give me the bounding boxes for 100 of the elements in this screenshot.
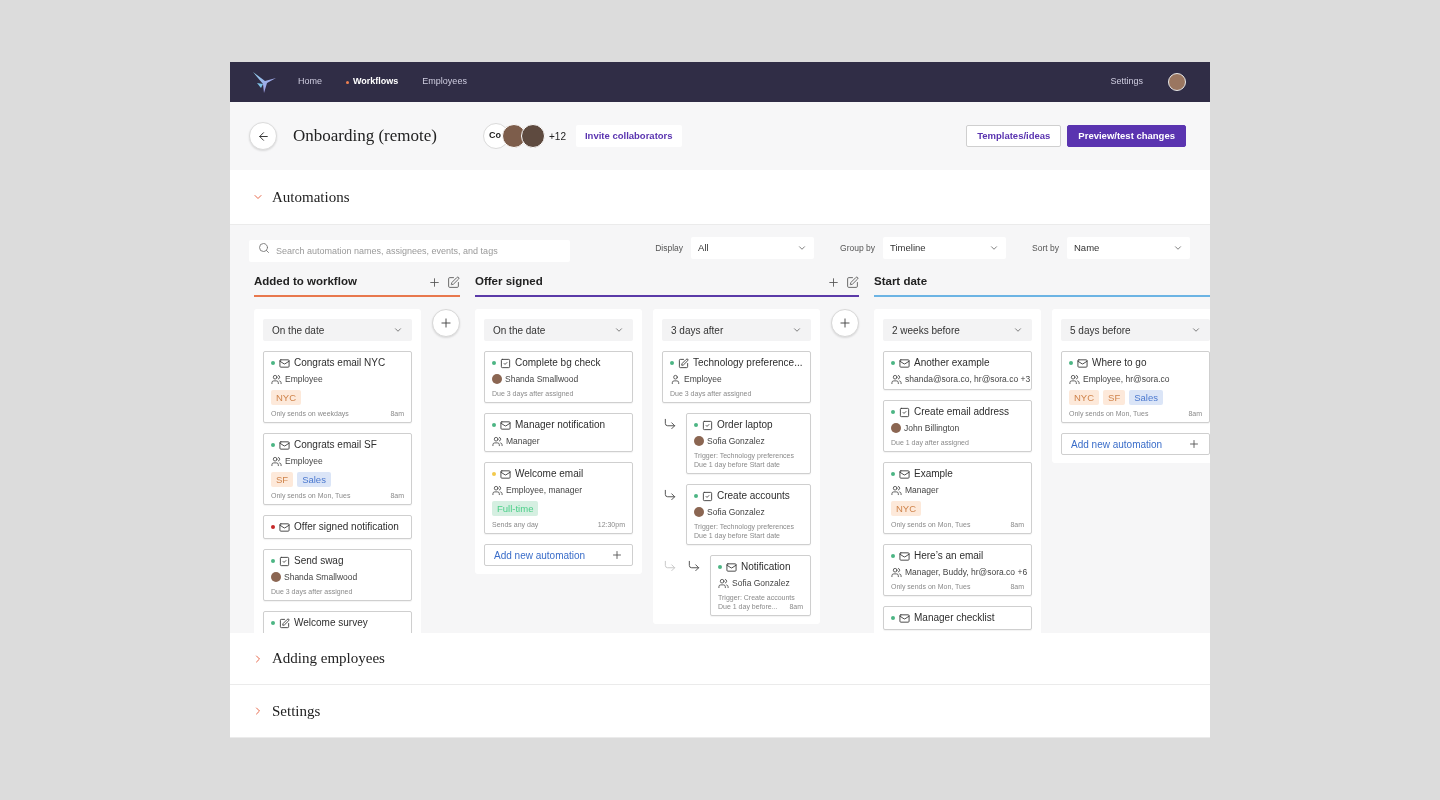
mail-icon <box>899 550 910 562</box>
action-button[interactable]: Templates/ideas <box>966 125 1062 147</box>
tag: Sales <box>297 472 331 487</box>
card-title: Notification <box>741 560 791 574</box>
nav-link[interactable]: Home <box>298 75 322 89</box>
edit-icon[interactable] <box>846 275 859 289</box>
tag: SF <box>1103 390 1126 405</box>
checkbox-icon <box>500 357 511 369</box>
invite-button[interactable]: Invite collaborators <box>575 125 682 147</box>
pen-square-icon <box>279 617 290 629</box>
bird-logo-icon[interactable] <box>253 71 276 93</box>
timing-select[interactable]: 2 weeks before <box>883 319 1032 341</box>
chevron-down-icon <box>393 325 403 335</box>
plus-icon <box>611 549 623 561</box>
mail-icon <box>279 439 290 451</box>
card-title: Manager notification <box>515 418 606 432</box>
assignee-name: Employee, hr@sora.co <box>1083 373 1170 385</box>
edit-icon[interactable] <box>447 275 460 289</box>
users-icon <box>891 373 902 385</box>
card-title: Technology preference... <box>693 356 803 370</box>
plus-icon <box>838 316 852 330</box>
nav-link[interactable]: Workflows <box>346 75 399 89</box>
settings-link[interactable]: Settings <box>1110 75 1143 89</box>
filter-label: Group by <box>840 241 876 255</box>
checkbox-icon <box>702 490 713 502</box>
search-field[interactable]: Search automation names, assignees, events, and tags <box>249 240 570 262</box>
assignee-name: Manager, Buddy, hr@sora.co +6 <box>905 566 1028 578</box>
user-icon <box>670 373 681 385</box>
filter-select[interactable]: Timeline <box>883 237 1007 259</box>
users-icon <box>891 484 902 496</box>
assignee-name: Shanda Smallwood <box>284 571 358 583</box>
tag: NYC <box>891 501 922 516</box>
tag: SF <box>271 472 294 487</box>
users-icon <box>1069 373 1080 385</box>
active-indicator-icon <box>346 80 349 84</box>
chevron-down-icon <box>1191 325 1201 335</box>
card-title: Congrats email SF <box>294 438 377 452</box>
mail-icon <box>899 612 910 624</box>
corner-arrow-icon <box>663 488 677 502</box>
avatar-icon <box>271 572 281 582</box>
timing-select[interactable]: On the date <box>484 319 633 341</box>
assignee-name: Manager <box>506 435 540 447</box>
add-automation-button[interactable]: Add new automation <box>1061 433 1210 455</box>
card-title: Another example <box>914 356 990 370</box>
assignee-name: Employee, manager <box>506 484 583 496</box>
card-title: Manager checklist <box>914 611 995 625</box>
assignee-name: Shanda Smallwood <box>505 373 579 385</box>
tag: Full-time <box>492 501 539 516</box>
timing-select[interactable]: 5 days before <box>1061 319 1210 341</box>
chevron-down-icon <box>1013 325 1023 335</box>
automation-card[interactable]: Another example shanda@sora.co, hr@sora.co +3 <box>883 351 1032 390</box>
automation-card[interactable]: Manager notification Manager <box>484 413 633 452</box>
mail-icon <box>279 521 290 533</box>
avatar-icon <box>891 423 901 433</box>
filter-select[interactable]: All <box>691 237 815 259</box>
timing-select[interactable]: 3 days after <box>662 319 811 341</box>
assignee-name: Sofia Gonzalez <box>707 435 765 447</box>
mail-icon <box>899 468 910 480</box>
card-title: Create email address <box>914 405 1010 419</box>
users-icon <box>718 577 729 589</box>
automation-card[interactable]: Welcome survey <box>263 611 412 633</box>
users-icon <box>271 455 282 467</box>
assignee-name: Employee <box>285 373 323 385</box>
plus-icon <box>439 316 453 330</box>
filter-label: Sort by <box>1032 241 1059 255</box>
plus-icon <box>1188 438 1200 450</box>
collaborator-count: +12 <box>549 129 566 144</box>
group-title: Start date <box>874 274 928 290</box>
avatar-icon <box>492 374 502 384</box>
chevron-down-icon <box>792 325 802 335</box>
assignee-name: Sofia Gonzalez <box>732 577 790 589</box>
tag: NYC <box>1069 390 1100 405</box>
card-title: Here’s an email <box>914 549 984 563</box>
assignee-name: Employee <box>285 455 323 467</box>
checkbox-icon <box>279 555 290 567</box>
plus-icon[interactable] <box>428 275 441 289</box>
avatar-icon[interactable] <box>1168 73 1186 91</box>
users-icon <box>492 435 503 447</box>
plus-icon[interactable] <box>827 275 840 289</box>
nav-link[interactable]: Employees <box>422 75 467 89</box>
automation-card[interactable]: Offer signed notification <box>263 515 412 539</box>
action-button[interactable]: Preview/test changes <box>1067 125 1186 147</box>
corner-arrow-icon <box>687 559 701 573</box>
chevron-down-icon <box>1173 243 1183 253</box>
automation-card[interactable]: Manager checklist <box>883 606 1032 630</box>
timing-select[interactable]: On the date <box>263 319 412 341</box>
back-arrow-icon <box>256 129 270 143</box>
card-title: Order laptop <box>717 418 773 432</box>
filter-select[interactable]: Name <box>1067 237 1190 259</box>
card-title: Example <box>914 467 953 481</box>
chevron-down-icon <box>797 243 808 253</box>
avatar-icon <box>694 507 704 517</box>
mail-icon <box>726 561 737 573</box>
add-automation-button[interactable]: Add new automation <box>484 544 633 566</box>
assignee-name: Employee <box>684 373 722 385</box>
mail-icon <box>279 357 290 369</box>
users-icon <box>271 373 282 385</box>
assignee-name: Manager <box>905 484 939 496</box>
card-title: Send swag <box>294 554 344 568</box>
assignee-name: John Billington <box>904 422 960 434</box>
